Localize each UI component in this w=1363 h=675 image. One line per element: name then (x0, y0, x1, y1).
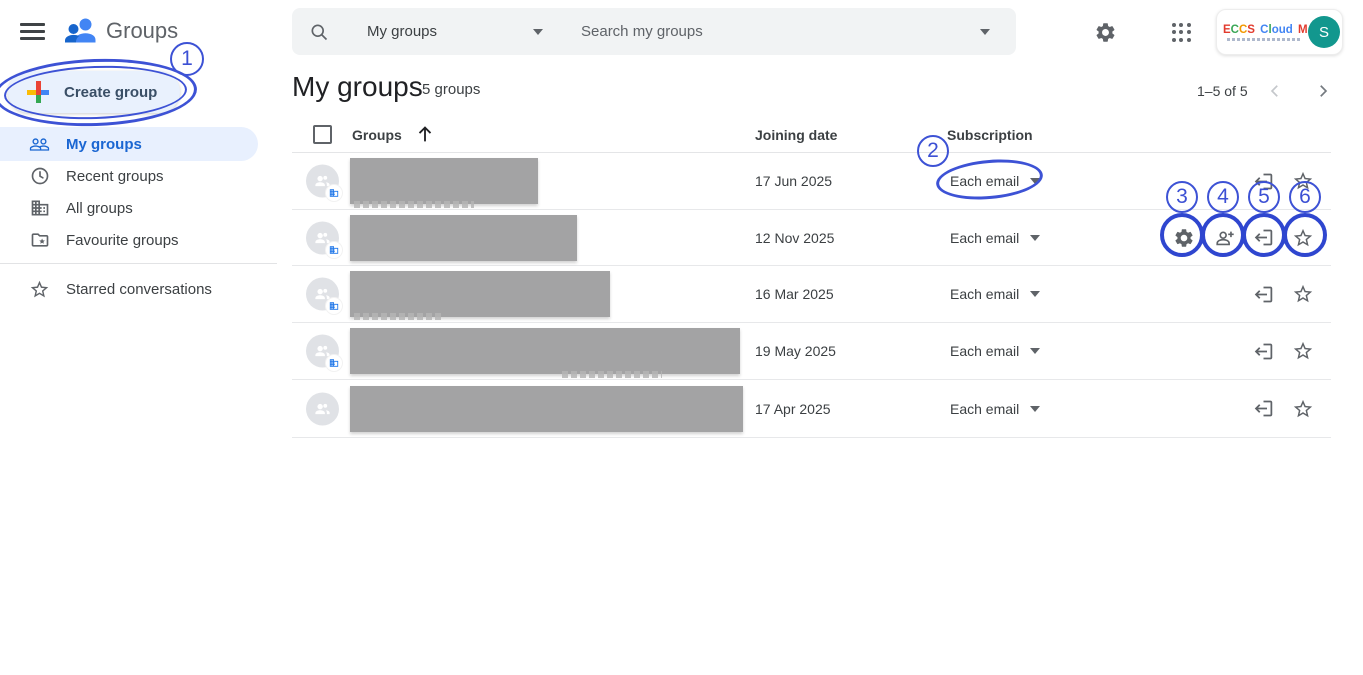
leave-group-icon[interactable] (1250, 225, 1276, 251)
groups-logo-icon (63, 13, 99, 49)
user-avatar[interactable]: S (1308, 16, 1340, 48)
next-page-button[interactable] (1310, 78, 1336, 104)
chevron-left-icon (1266, 82, 1284, 100)
create-group-button[interactable]: Create group (8, 71, 180, 113)
redacted-group-name (350, 271, 610, 317)
subscription-dropdown[interactable]: Each email (950, 343, 1019, 359)
organization-badge-icon (326, 298, 342, 314)
subscription-dropdown[interactable]: Each email (950, 401, 1019, 417)
search-icon (309, 22, 329, 42)
settings-icon[interactable] (1171, 225, 1197, 251)
leave-group-icon[interactable] (1250, 338, 1276, 364)
gear-icon (1094, 21, 1117, 44)
subscription-dropdown[interactable]: Each email (950, 230, 1019, 246)
subscription-dropdown[interactable]: Each email (950, 173, 1019, 189)
chevron-down-icon (1030, 178, 1040, 184)
eccs-logo-text: ECCS Cloud Mail (1223, 24, 1305, 36)
sidebar-label: Starred conversations (66, 281, 212, 298)
table-header: Groups Joining date Subscription (292, 117, 1331, 153)
joining-date: 12 Nov 2025 (755, 230, 834, 246)
search-options-caret-icon[interactable] (980, 29, 990, 35)
sidebar-item-starred-conversations[interactable]: Starred conversations (0, 272, 258, 306)
create-group-label: Create group (64, 84, 157, 101)
chevron-down-icon (1030, 406, 1040, 412)
settings-button[interactable] (1091, 18, 1119, 46)
table-row[interactable]: 17 Apr 2025 Each email (292, 380, 1331, 438)
table-row[interactable]: 17 Jun 2025 Each email (292, 153, 1331, 210)
chevron-down-icon (1030, 348, 1040, 354)
hamburger-menu-icon[interactable] (20, 23, 45, 40)
column-header-groups: Groups (352, 127, 402, 143)
joining-date: 17 Apr 2025 (755, 401, 831, 417)
add-member-icon[interactable] (1212, 225, 1238, 251)
redacted-group-name (350, 215, 577, 261)
redacted-text-remnant (354, 313, 442, 320)
chevron-down-icon (533, 29, 543, 35)
sidebar-label: All groups (66, 200, 133, 217)
leave-group-icon[interactable] (1250, 396, 1276, 422)
redacted-text-remnant (354, 201, 474, 208)
eccs-logo-subtitle (1227, 38, 1301, 41)
column-header-subscription: Subscription (947, 127, 1033, 143)
sidebar-label: Favourite groups (66, 232, 179, 249)
star-icon[interactable] (1290, 281, 1316, 307)
star-icon[interactable] (1290, 338, 1316, 364)
sidebar-item-favourite-groups[interactable]: Favourite groups (0, 223, 258, 257)
redacted-text-remnant (562, 371, 662, 378)
search-scope-selector[interactable]: My groups (367, 23, 543, 40)
table-row[interactable]: 12 Nov 2025 Each email (292, 210, 1331, 266)
search-bar: My groups (292, 8, 1016, 55)
app-name: Groups (106, 18, 178, 44)
sidebar-label: My groups (66, 136, 142, 153)
leave-group-icon[interactable] (1250, 281, 1276, 307)
organization-badge-icon (326, 242, 342, 258)
joining-date: 16 Mar 2025 (755, 286, 834, 302)
sidebar-item-all-groups[interactable]: All groups (0, 191, 258, 225)
redacted-group-name (350, 386, 743, 432)
google-apps-button[interactable] (1167, 18, 1195, 46)
building-icon (29, 198, 50, 218)
star-outline-icon (29, 279, 50, 300)
joining-date: 19 May 2025 (755, 343, 836, 359)
select-all-checkbox[interactable] (313, 125, 332, 144)
app-grid-icon (1172, 23, 1191, 42)
sidebar-item-recent-groups[interactable]: Recent groups (0, 159, 258, 193)
redacted-group-name (350, 158, 538, 204)
eccs-cloud-mail-logo: ECCS Cloud Mail (1223, 24, 1305, 41)
group-avatar-icon (306, 392, 339, 425)
sort-ascending-icon[interactable] (414, 123, 436, 150)
chevron-down-icon (1030, 291, 1040, 297)
redacted-group-name (350, 328, 740, 374)
search-input[interactable] (581, 23, 980, 40)
organization-badge-icon (326, 185, 342, 201)
group-count: 5 groups (422, 81, 480, 98)
star-icon[interactable] (1290, 225, 1316, 251)
folder-star-icon (29, 230, 50, 250)
chevron-down-icon (1030, 235, 1040, 241)
account-badge[interactable]: ECCS Cloud Mail S (1216, 9, 1343, 55)
subscription-dropdown[interactable]: Each email (950, 286, 1019, 302)
google-plus-icon (27, 81, 49, 103)
sidebar-item-my-groups[interactable]: My groups (0, 127, 258, 161)
column-header-joining-date: Joining date (755, 127, 837, 143)
search-scope-label: My groups (367, 23, 437, 40)
page-title: My groups (292, 71, 423, 103)
sidebar-label: Recent groups (66, 168, 164, 185)
pagination-range: 1–5 of 5 (1197, 83, 1248, 99)
clock-icon (29, 166, 50, 186)
google-groups-page: Groups My groups ECCS Cloud Mail S Creat… (0, 0, 1363, 675)
people-icon (29, 134, 50, 155)
star-icon[interactable] (1290, 168, 1316, 194)
leave-group-icon[interactable] (1250, 168, 1276, 194)
star-icon[interactable] (1290, 396, 1316, 422)
table-row[interactable]: 16 Mar 2025 Each email (292, 266, 1331, 323)
table-row[interactable]: 19 May 2025 Each email (292, 323, 1331, 380)
chevron-right-icon (1314, 82, 1332, 100)
previous-page-button[interactable] (1262, 78, 1288, 104)
organization-badge-icon (326, 355, 342, 371)
joining-date: 17 Jun 2025 (755, 173, 832, 189)
groups-logo: Groups (63, 13, 178, 49)
sidebar-divider (0, 263, 277, 264)
